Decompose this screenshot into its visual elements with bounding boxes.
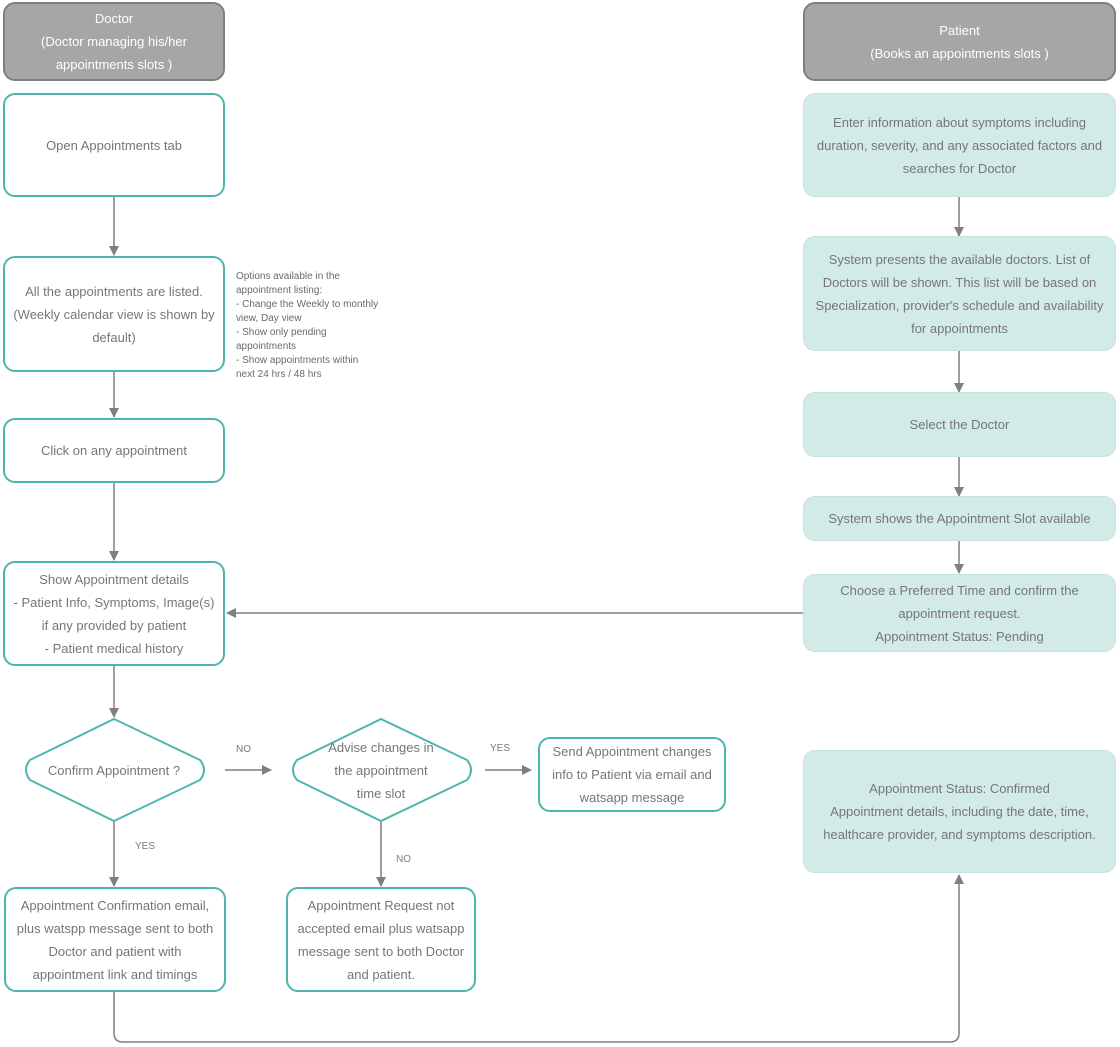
node-text-line: Enter information about symptoms includi… [833,114,1086,130]
node-text-line: Send Appointment changes [552,744,712,759]
note-line: - Show only pending [236,327,327,338]
node-text-line: duration, severity, and any associated f… [816,137,1103,153]
open-appointments-tab-node[interactable]: Open Appointments tab [3,93,225,197]
node-text-line: Doctor and patient with [48,943,182,959]
node-text-line: Appointment Status: Pending [875,628,1044,644]
node-text-line: watsapp message [579,790,685,805]
confirmation-email-node[interactable]: Appointment Confirmation email, plus wat… [4,887,226,992]
enter-symptoms-node[interactable]: Enter information about symptoms includi… [803,93,1116,197]
node-text-line: Specialization, provider's schedule and … [815,297,1104,313]
note-line: next 24 hrs / 48 hrs [236,369,322,380]
node-text-line: default) [92,329,136,345]
node-text-line: Advise changes in [328,739,434,755]
present-doctors-node[interactable]: System presents the available doctors. L… [803,236,1116,351]
node-text-line: (Weekly calendar view is shown by [13,306,215,322]
node-text-line: Doctors will be shown. This list will be… [822,274,1097,290]
node-text-line: for appointments [911,320,1008,336]
node-text-line: System presents the available doctors. L… [828,251,1091,267]
send-changes-node[interactable]: Send Appointment changes info to Patient… [538,737,726,812]
patient-lane-title: Patient [939,22,980,38]
confirm-yes-label: YES [135,841,156,852]
node-text-line: - Patient medical history [44,640,184,656]
node-text-line: Appointment Confirmation email, [20,897,210,913]
node-text-line: Show Appointment details [39,571,189,587]
click-appointment-node[interactable]: Click on any appointment [3,418,225,483]
node-text-line: healthcare provider, and symptoms descri… [823,827,1096,842]
node-text-line: the appointment [334,762,428,778]
not-accepted-email-node[interactable]: Appointment Request not accepted email p… [286,887,476,992]
node-text-line: System shows the Appointment Slot availa… [828,511,1091,526]
node-text-line: Select the Doctor [909,417,1010,432]
node-text-line: Click on any appointment [41,443,187,458]
node-text-line: and patient. [347,966,415,982]
appointment-confirmed-node[interactable]: Appointment Status: Confirmed Appointmen… [803,750,1116,873]
note-line: - Show appointments within [236,355,359,366]
advise-changes-label: Advise changes in the appointment time s… [297,735,465,805]
node-text-line: All the appointments are listed. [25,283,203,299]
node-text-line: time slot [356,785,406,801]
advise-no-label: NO [396,854,411,865]
node-text-line: plus watspp message sent to both [16,920,214,936]
note-line: appointments [236,341,297,352]
show-appointment-details-node[interactable]: Show Appointment details - Patient Info,… [3,561,225,666]
show-slots-node[interactable]: System shows the Appointment Slot availa… [803,496,1116,541]
patient-lane-subtitle: (Books an appointments slots ) [870,45,1049,61]
appointments-listed-node[interactable]: All the appointments are listed. (Weekly… [3,256,225,372]
node-text-line: message sent to both Doctor [297,943,465,959]
confirm-appointment-label: Confirm Appointment ? [30,755,198,785]
node-text-line: Choose a Preferred Time and confirm the [840,582,1079,598]
doctor-lane-title: Doctor [94,11,134,26]
node-text-line: Open Appointments tab [46,137,182,153]
node-text-line: Confirm Appointment ? [47,762,181,778]
doctor-lane-subtitle-1: (Doctor managing his/her [41,34,187,49]
node-text-line: Appointment Request not [307,897,455,913]
note-line: view, Day view [236,313,302,324]
note-line: appointment listing: [236,285,323,296]
note-line: - Change the Weekly to monthly [236,299,379,310]
confirm-no-label: NO [236,744,251,755]
doctor-lane-subtitle-2: appointments slots ) [55,57,173,72]
select-doctor-node[interactable]: Select the Doctor [803,392,1116,457]
node-text-line: Appointment details, including the date,… [830,804,1089,819]
patient-lane-header: Patient (Books an appointments slots ) [803,2,1116,81]
doctor-lane-header: Doctor (Doctor managing his/her appointm… [3,2,225,81]
node-text-line: accepted email plus watsapp [297,920,465,936]
node-text-line: if any provided by patient [41,617,187,633]
edge-confirmation-to-confirmed [113,874,964,1043]
node-text-line: appointment link and timings [32,966,198,982]
node-text-line: Appointment Status: Confirmed [869,781,1050,796]
note-line: Options available in the [236,271,340,282]
choose-time-node[interactable]: Choose a Preferred Time and confirm the … [803,574,1116,652]
node-text-line: appointment request. [898,605,1021,621]
node-text-line: searches for Doctor [902,160,1017,176]
node-text-line: - Patient Info, Symptoms, Image(s) [13,594,215,610]
advise-yes-label: YES [490,743,511,754]
listing-options-note: Options available in the appointment lis… [236,270,396,382]
node-text-line: info to Patient via email and [552,767,712,782]
